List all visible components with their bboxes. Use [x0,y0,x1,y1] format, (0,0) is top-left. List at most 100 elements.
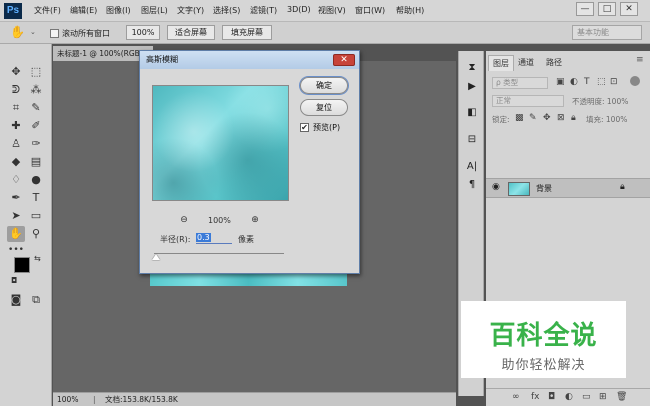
filter-pixel-icon[interactable]: ▣ [556,77,565,87]
foreground-color-swatch[interactable] [14,257,30,273]
hand-tool-icon[interactable]: ✋ [7,226,25,242]
pen-tool-icon[interactable]: ✒ [7,190,25,206]
delete-layer-icon[interactable]: 🗑︎ [616,392,627,402]
path-selection-tool-icon[interactable]: ➤ [7,208,25,224]
preview-checkbox[interactable]: ✔ [300,123,309,132]
tool-preset-chevron-icon[interactable]: ⌄ [30,28,36,36]
new-layer-icon[interactable]: ⊞ [599,392,607,402]
restore-button[interactable]: □ [598,2,616,16]
status-bar: 100% | 文档:153.8K/153.8K [53,392,456,406]
menu-help[interactable]: 帮助(H) [396,5,424,16]
type-tool-icon[interactable]: T [27,190,45,206]
zoom-100-button[interactable]: 100% [126,25,160,40]
menu-3d[interactable]: 3D(D) [287,5,311,14]
new-group-icon[interactable]: ▭ [582,392,591,402]
dialog-close-button[interactable]: ✕ [333,54,355,66]
fill-screen-button[interactable]: 填充屏幕 [222,25,272,40]
link-layers-icon[interactable]: ∞ [512,392,520,402]
blur-preview-image[interactable] [152,85,289,201]
menu-file[interactable]: 文件(F) [34,5,61,16]
menu-type[interactable]: 文字(Y) [177,5,204,16]
marquee-tool-icon[interactable]: ⬚ [27,64,45,80]
quick-mask-icon[interactable]: ◙ [7,292,25,308]
screen-mode-icon[interactable]: ⧉ [27,292,45,308]
blur-tool-icon[interactable]: ♢ [7,172,25,188]
healing-brush-tool-icon[interactable]: ✚ [7,118,25,134]
minimize-button[interactable]: — [576,2,594,16]
paragraph-panel-icon[interactable]: ¶ [462,176,482,194]
dialog-title: 高斯模糊 [140,51,359,69]
history-brush-tool-icon[interactable]: ✑ [27,136,45,152]
more-tools-icon[interactable]: ••• [7,242,25,258]
rectangle-tool-icon[interactable]: ▭ [27,208,45,224]
radius-slider-thumb[interactable] [152,254,160,260]
menu-select[interactable]: 选择(S) [213,5,240,16]
radius-slider-track[interactable] [154,253,284,254]
add-mask-icon[interactable]: ◘ [548,392,555,402]
zoom-tool-icon[interactable]: ⚲ [27,226,45,242]
filter-smart-object-icon[interactable]: ⊡ [610,77,618,87]
opacity-control[interactable]: 不透明度: 100% [572,96,628,107]
lock-all-icon[interactable]: 🔒︎ [571,113,576,123]
layer-thumbnail [508,182,530,196]
watermark-subtitle: 助你轻松解决 [501,358,586,373]
filter-type-icon[interactable]: T [584,77,590,87]
swap-colors-icon[interactable]: ⇆ [34,254,41,263]
properties-panel-icon[interactable]: ⊟ [462,131,482,149]
layer-kind-filter[interactable]: ρ 类型 [492,77,548,89]
crop-tool-icon[interactable]: ⌗ [7,100,25,116]
eraser-tool-icon[interactable]: ◆ [7,154,25,170]
layer-lock-icon[interactable]: 🔒︎ [620,182,625,192]
photoshop-logo: Ps [4,3,22,19]
close-window-button[interactable]: ✕ [620,2,638,16]
clone-stamp-tool-icon[interactable]: ♙ [7,136,25,152]
blend-mode-select[interactable]: 正常 [492,95,564,107]
document-tab[interactable]: 未标题-1 @ 100%(RGB [53,46,153,61]
tab-channels[interactable]: 通道 [514,55,538,70]
filter-adjustment-icon[interactable]: ◐ [570,77,578,87]
lasso-tool-icon[interactable]: ᕲ [7,82,25,98]
menu-window[interactable]: 窗口(W) [355,5,385,16]
tab-paths[interactable]: 路径 [542,55,566,70]
scroll-all-windows-checkbox[interactable] [50,29,59,38]
adjustment-layer-icon[interactable]: ◐ [565,392,573,402]
eyedropper-tool-icon[interactable]: ✎ [27,100,45,116]
lock-image-icon[interactable]: ✎ [529,113,537,123]
zoom-in-icon[interactable]: ⊕ [249,214,261,226]
panel-menu-icon[interactable]: ≡ [636,55,644,65]
menu-view[interactable]: 视图(V) [318,5,346,16]
dodge-tool-icon[interactable]: ● [27,172,45,188]
character-panel-icon[interactable]: A| [462,158,482,176]
menu-image[interactable]: 图像(I) [106,5,131,16]
zoom-out-icon[interactable]: ⊖ [178,214,190,226]
ok-button[interactable]: 确定 [300,77,348,94]
adjustments-panel-icon[interactable]: ◧ [462,104,482,122]
menu-layer[interactable]: 图层(L) [141,5,168,16]
actions-panel-icon[interactable]: ▶ [462,78,482,96]
gradient-tool-icon[interactable]: ▤ [27,154,45,170]
lock-position-icon[interactable]: ✥ [543,113,551,123]
tab-layers[interactable]: 图层 [488,55,514,71]
menu-filter[interactable]: 滤镜(T) [250,5,277,16]
status-zoom[interactable]: 100% [57,393,78,406]
radius-value[interactable]: 0.3 [196,233,211,242]
visibility-eye-icon[interactable]: ◉ [492,182,500,192]
magic-wand-tool-icon[interactable]: ⁂ [27,82,45,98]
move-tool-icon[interactable]: ✥ [7,64,25,80]
layer-row-background[interactable]: ◉ 背景 🔒︎ [486,178,650,198]
layer-style-icon[interactable]: fx [531,392,540,402]
lock-artboard-icon[interactable]: ⊠ [557,113,565,123]
default-colors-icon[interactable]: ◘ [11,276,17,285]
radius-input[interactable]: 0.3 [196,232,232,244]
filter-toggle-icon[interactable] [630,76,640,86]
lock-transparent-icon[interactable]: ▩ [515,113,524,123]
layer-name[interactable]: 背景 [536,183,552,194]
menu-edit[interactable]: 编辑(E) [70,5,97,16]
reset-button[interactable]: 复位 [300,99,348,116]
fit-screen-button[interactable]: 适合屏幕 [167,25,215,40]
brush-tool-icon[interactable]: ✐ [27,118,45,134]
history-panel-icon[interactable]: ⧗ [462,59,482,77]
filter-shape-icon[interactable]: ⬚ [597,77,606,87]
fill-control[interactable]: 填充: 100% [586,114,627,125]
workspace-select[interactable]: 基本功能 [572,25,642,40]
